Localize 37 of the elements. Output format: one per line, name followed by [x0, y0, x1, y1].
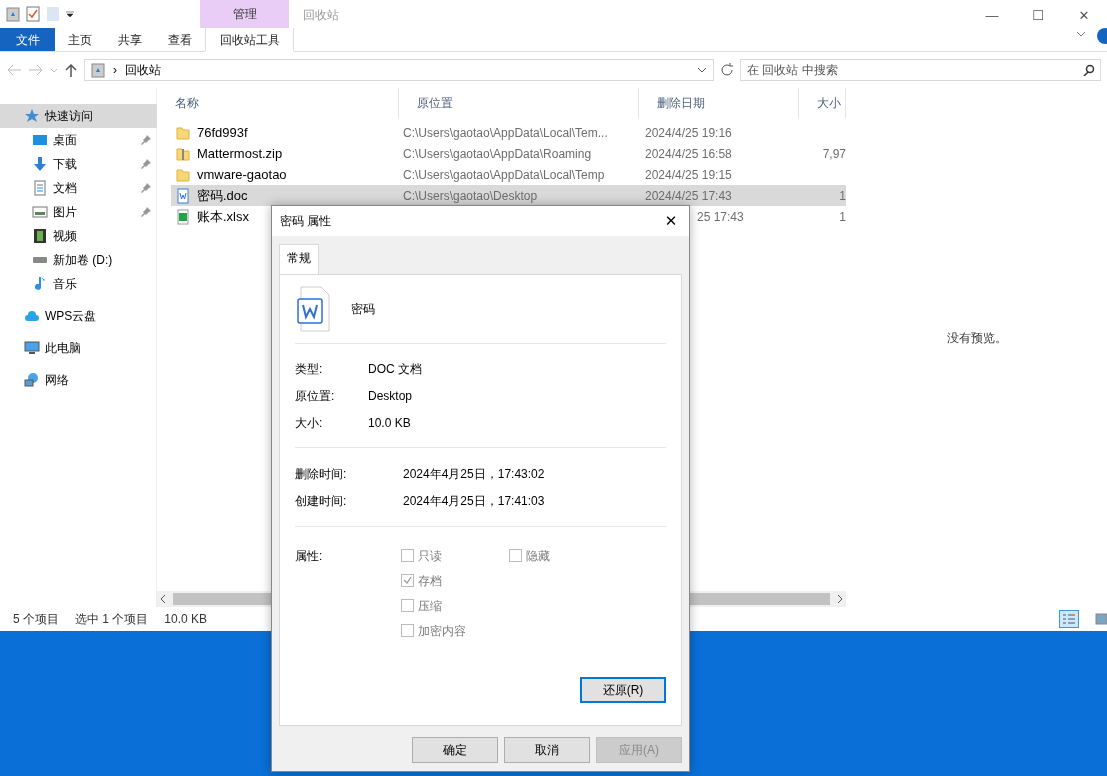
preview-message: 没有预览。	[946, 329, 1007, 347]
location-text: C:\Users\gaotao\AppData\Local\Temp	[403, 167, 605, 182]
date-text: 2024/4/25 19:16	[645, 125, 732, 140]
field-label: 创建时间:	[295, 492, 348, 510]
size-text: 7,97	[822, 146, 846, 161]
date-text: 25 17:43	[697, 209, 744, 224]
field-value: 10.0 KB	[368, 414, 411, 432]
field-value: 2024年4月25日，17:43:02	[403, 465, 545, 483]
field-label: 删除时间:	[295, 465, 348, 483]
location-text: C:\Users\gaotao\Desktop	[403, 188, 538, 203]
file-name: 密码	[351, 301, 375, 318]
field-value: 2024年4月25日，17:41:03	[403, 492, 545, 510]
file-name: 76fd993f	[197, 123, 248, 142]
status-text: 选中 1 个项目	[75, 611, 149, 628]
size-text: 1	[839, 209, 846, 224]
status-text: 5 个项目	[13, 611, 59, 628]
dialog-title: 密码 属性	[280, 213, 332, 230]
field-value: Desktop	[368, 387, 413, 405]
size-text: 1	[839, 188, 846, 203]
location-text: C:\Users\gaotao\AppData\Local\Tem...	[403, 125, 608, 140]
file-name: vmware-gaotao	[197, 165, 287, 184]
date-text: 2024/4/25 19:15	[645, 167, 732, 182]
context-tab-header: 管理	[200, 0, 289, 28]
field-label: 原位置:	[295, 387, 336, 405]
date-text: 2024/4/25 17:43	[645, 188, 732, 203]
status-text: 10.0 KB	[164, 611, 208, 628]
file-name: 账本.xlsx	[197, 207, 249, 226]
location-text: C:\Users\gaotao\AppData\Roaming	[403, 146, 592, 161]
window-title: 回收站	[302, 7, 340, 24]
field-value: DOC 文档	[368, 360, 422, 378]
date-text: 2024/4/25 16:58	[645, 146, 732, 161]
file-name: 密码.doc	[197, 186, 248, 205]
breadcrumb-separator: ›	[113, 62, 117, 79]
field-label: 类型:	[295, 360, 324, 378]
field-label: 属性:	[295, 548, 324, 565]
field-label: 大小:	[295, 414, 324, 432]
file-name: Mattermost.zip	[197, 144, 283, 163]
